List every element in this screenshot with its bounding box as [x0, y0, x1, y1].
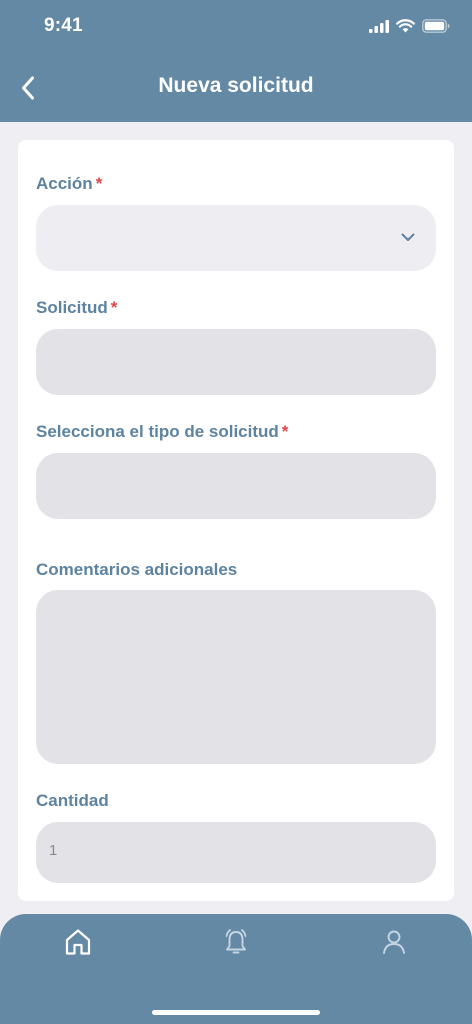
required-mark: * [281, 422, 289, 441]
page-title: Nueva solicitud [158, 74, 314, 97]
status-time: 9:41 [44, 15, 83, 36]
accion-label: Acción * [36, 174, 102, 194]
bell-alarm-icon [225, 929, 247, 954]
tab-profile[interactable] [374, 922, 414, 962]
bottom-tab-bar [0, 914, 472, 1024]
home-indicator [152, 1010, 320, 1015]
cellular-signal-icon [369, 19, 389, 33]
accion-label-text: Acción [36, 174, 93, 193]
comentarios-label-text: Comentarios adicionales [36, 560, 238, 579]
chevron-down-icon [401, 233, 415, 241]
app-header: 9:41 Nueva solicitud [0, 0, 472, 122]
status-bar: 9:41 [0, 0, 472, 54]
comentarios-textarea[interactable] [36, 590, 436, 764]
cantidad-value: 1 [49, 842, 58, 859]
tipo-solicitud-input[interactable] [36, 453, 436, 519]
tipo-solicitud-label: Selecciona el tipo de solicitud * [36, 422, 288, 442]
cantidad-label-text: Cantidad [36, 791, 109, 810]
solicitud-label-text: Solicitud [36, 298, 108, 317]
status-icons [369, 15, 450, 37]
user-icon [383, 930, 405, 954]
home-icon [65, 929, 91, 955]
solicitud-input[interactable] [36, 329, 436, 395]
battery-icon [422, 19, 450, 33]
tipo-solicitud-label-text: Selecciona el tipo de solicitud [36, 422, 279, 441]
required-mark: * [95, 174, 103, 193]
solicitud-label: Solicitud * [36, 298, 117, 318]
tab-notifications[interactable] [216, 922, 256, 962]
accion-select[interactable] [36, 205, 436, 271]
tab-home[interactable] [58, 922, 98, 962]
request-form: Acción * Solicitud * Selecciona el tipo de… [18, 140, 454, 901]
wifi-icon [396, 19, 415, 33]
comentarios-label: Comentarios adicionales [36, 560, 237, 580]
cantidad-label: Cantidad [36, 791, 109, 811]
cantidad-input[interactable]: 1 [36, 822, 436, 883]
required-mark: * [110, 298, 118, 317]
